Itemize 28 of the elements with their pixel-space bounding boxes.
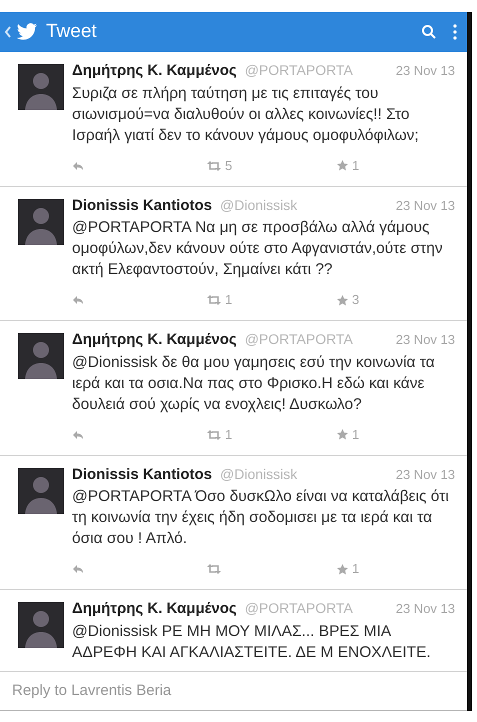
user-name[interactable]: Dionissis Kantiotos xyxy=(72,464,212,486)
tweet-date: 23 Nov 13 xyxy=(396,331,455,349)
tweet-text: @PORTAPORTA Όσο δυσκΩλο είναι να καταλάβεις ότι τη κοινωνία την έχεις ήδη σοδομισει με τα ιερά και τα όσια σου ! Απλό. xyxy=(72,487,450,549)
tweet-date: 23 Nov 13 xyxy=(396,600,455,618)
user-handle: @PORTAPORTA xyxy=(244,599,354,618)
tweet-date: 23 Nov 13 xyxy=(396,466,455,484)
user-handle: @PORTAPORTA xyxy=(244,61,354,80)
retweet-count: 1 xyxy=(225,426,232,444)
favorite-count: 3 xyxy=(352,291,360,310)
tweet-date: 23 Nov 13 xyxy=(396,196,455,214)
user-handle: @PORTAPORTA xyxy=(244,330,354,349)
tweet-text: @PORTAPORTA Να μη σε προσβάλω αλλά γάμους ομοφύλων,δεν κάνουν ούτε στο Αφγανιστάν,ούτε στην ακτή Ελεφαντοστούν, Σημαίνει κάτι ?? xyxy=(72,218,444,280)
favorite-count: 1 xyxy=(352,560,360,578)
user-name[interactable]: Δημήτρης Κ. Καμμένος xyxy=(72,60,237,82)
tweet-date: 23 Nov 13 xyxy=(396,62,455,80)
screen-title: Tweet xyxy=(46,20,97,44)
user-handle: @Dionissisk xyxy=(220,464,298,484)
user-handle: @Dionissisk xyxy=(220,196,298,214)
retweet-count: 5 xyxy=(225,156,232,175)
user-name[interactable]: Dionissis Kantiotos xyxy=(72,194,212,217)
favorite-count: 1 xyxy=(352,156,360,175)
tweet-text: @Dionissisk δε θα μου γαμησεις εσύ την κοινωνία τα ιερά και τα οσια.Να πας στο Φρισκο.Η εδώ και κάνε δουλειά σού χωρίς να ενοχλεις! Δυσκωλο? xyxy=(72,352,436,414)
user-name[interactable]: Δημήτρης Κ. Καμμένος xyxy=(72,598,237,620)
user-name[interactable]: Δημήτρης Κ. Καμμένος xyxy=(72,329,237,352)
tweet-text: Συριζα σε πλήρη ταύτηση με τις επιταγές του σιωνισμού=να διαλυθούν οι αλλες κοινωνίες!! Στο Ισραήλ γιατί δεν το κάνουν γάμους ομοφυλόφιλων; xyxy=(72,84,420,146)
retweet-count: 1 xyxy=(225,291,232,310)
favorite-count: 1 xyxy=(352,426,360,444)
tweet-text: @Dionissisk ΡΕ ΜΗ ΜΟΥ ΜΙΛΑΣ... ΒΡΕΣ ΜΙΑ ΑΔΡΕΦΗ ΚΑΙ ΑΓΚΑΛΙΑΣΤΕΙΤΕ. ΔΕ Μ ΕΝΟΧΛΕΙΤΕ. xyxy=(72,622,432,662)
